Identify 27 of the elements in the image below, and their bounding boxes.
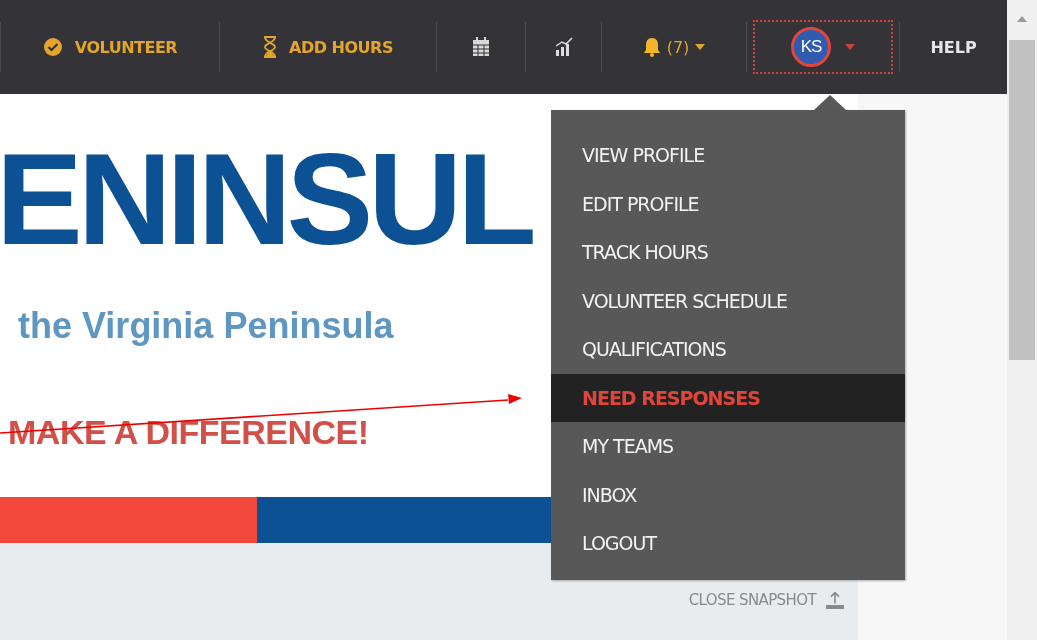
calendar-icon[interactable] <box>472 37 490 57</box>
scrollbar-thumb[interactable] <box>1009 40 1035 360</box>
caret-icon <box>845 44 855 50</box>
avatar-initials: KS <box>791 27 831 67</box>
menu-item[interactable]: INBOX <box>551 470 905 519</box>
hourglass-icon <box>263 36 278 58</box>
scrollbar[interactable] <box>1007 0 1037 640</box>
bar-chart-icon[interactable] <box>553 37 574 57</box>
bell-icon <box>642 37 661 57</box>
volunteer-link[interactable]: VOLUNTEER <box>1 37 219 57</box>
check-circle-icon <box>42 37 63 57</box>
menu-item[interactable]: EDIT PROFILE <box>551 179 905 228</box>
menu-item[interactable]: VOLUNTEER SCHEDULE <box>551 276 905 325</box>
caret-icon <box>695 44 706 50</box>
banner-subtitle: the Virginia Peninsula <box>18 304 394 348</box>
banner-title: ENINSUL <box>0 125 532 274</box>
menu-item[interactable]: MY TEAMS <box>551 422 905 471</box>
menu-item[interactable]: QUALIFICATIONS <box>551 325 905 374</box>
menu-item[interactable]: TRACK HOURS <box>551 228 905 277</box>
menu-item[interactable]: VIEW PROFILE <box>551 131 905 180</box>
menu-item[interactable]: NEED RESPONSES <box>551 373 905 422</box>
menu-item[interactable]: LOGOUT <box>551 519 905 568</box>
add-hours-link[interactable]: ADD HOURS <box>220 36 436 58</box>
upload-icon <box>826 591 844 609</box>
help-link[interactable]: HELP <box>900 37 1007 57</box>
notifications-button[interactable]: (7) <box>602 22 746 72</box>
profile-button[interactable]: KS <box>753 20 893 74</box>
